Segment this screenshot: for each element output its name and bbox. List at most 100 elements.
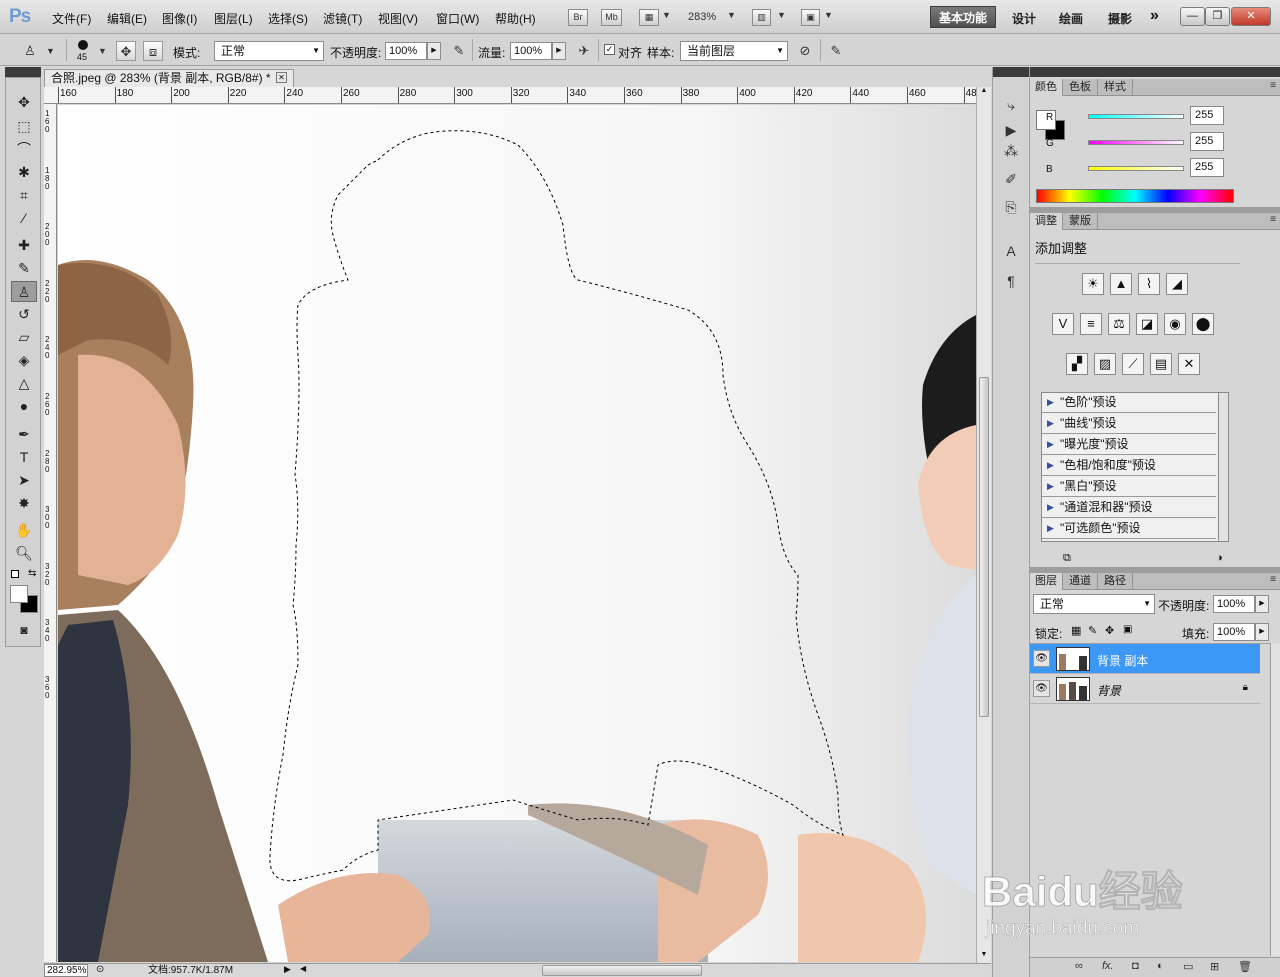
opacity-stepper[interactable]: ▶ (427, 42, 441, 60)
chevron-down-icon[interactable]: ▼ (46, 46, 55, 56)
new-adjustment-layer-icon[interactable]: ◐ (1157, 960, 1164, 972)
view-extras-icon[interactable]: ▦ (639, 9, 659, 26)
layer-opacity-stepper[interactable]: ▶ (1255, 595, 1269, 613)
clone-source-panel-icon[interactable]: ⎘ (1000, 196, 1022, 218)
channel-g-slider[interactable] (1088, 140, 1184, 145)
eyedropper-tool-icon[interactable]: ⁄ (11, 208, 37, 229)
panel-menu-icon[interactable]: ≡ (1270, 80, 1276, 91)
screen-mode-icon[interactable]: ▣ (801, 9, 820, 26)
vibrance-icon[interactable]: V (1052, 313, 1074, 335)
chevron-down-icon[interactable]: ▼ (727, 10, 736, 20)
document-tab[interactable]: 合照.jpeg @ 283% (背景 副本, RGB/8#) * ✕ (44, 69, 294, 87)
blur-tool-icon[interactable]: △ (11, 373, 37, 394)
workspace-more-icon[interactable]: » (1150, 7, 1159, 25)
scrollbar-thumb[interactable] (979, 377, 989, 717)
gradient-map-icon[interactable]: ▤ (1150, 353, 1172, 375)
mode-select[interactable]: 正常 ▼ (214, 41, 324, 61)
menu-file[interactable]: 文件(F) (52, 10, 91, 27)
foreground-color-swatch[interactable] (10, 585, 28, 603)
close-icon[interactable]: ✕ (276, 72, 287, 83)
scroll-up-icon[interactable]: ▲ (978, 87, 990, 99)
workspace-photography[interactable]: 摄影 (1108, 10, 1132, 27)
channel-b-value[interactable]: 255 (1190, 158, 1224, 177)
fill-stepper[interactable]: ▶ (1255, 623, 1269, 641)
menu-image[interactable]: 图像(I) (162, 10, 197, 27)
type-tool-icon[interactable]: T (11, 447, 37, 468)
panel-menu-icon[interactable]: ≡ (1270, 214, 1276, 225)
panel-header[interactable] (1030, 67, 1280, 77)
swap-colors-icon[interactable]: ⇆ (28, 568, 36, 579)
lock-all-icon[interactable]: ▣ (1123, 624, 1132, 635)
brightness-contrast-icon[interactable]: ☀ (1082, 273, 1104, 295)
chevron-down-icon[interactable]: ▼ (824, 10, 833, 20)
dodge-tool-icon[interactable]: ● (11, 396, 37, 417)
layer-name[interactable]: 背景 (1097, 682, 1121, 699)
quick-mask-icon[interactable]: ◙ (11, 620, 37, 641)
chevron-down-icon[interactable]: ▼ (777, 10, 786, 20)
invert-icon[interactable]: ▞ (1066, 353, 1088, 375)
menu-filter[interactable]: 滤镜(T) (323, 10, 362, 27)
history-brush-tool-icon[interactable]: ↺ (11, 304, 37, 325)
menu-layer[interactable]: 图层(L) (214, 10, 253, 27)
tab-swatches[interactable]: 色板 (1063, 79, 1098, 96)
paint-bucket-tool-icon[interactable]: ◈ (11, 350, 37, 371)
brush-panel-icon[interactable]: ✥ (116, 41, 136, 61)
flow-input[interactable]: 100% (510, 42, 552, 60)
lock-pixels-icon[interactable]: ✎ (1088, 624, 1097, 637)
exposure-icon[interactable]: ◢ (1166, 273, 1188, 295)
tab-color[interactable]: 颜色 (1030, 79, 1063, 96)
status-info-icon[interactable]: ⊙ (96, 964, 104, 975)
zoom-tool-icon[interactable]: 🔍︎ (11, 543, 37, 564)
chevron-down-icon[interactable]: ▼ (662, 10, 671, 20)
presets-scrollbar[interactable] (1218, 392, 1229, 542)
layer-name[interactable]: 背景 副本 (1097, 652, 1148, 669)
black-white-icon[interactable]: ◪ (1136, 313, 1158, 335)
channel-g-value[interactable]: 255 (1190, 132, 1224, 151)
horizontal-scrollbar-thumb[interactable] (542, 965, 702, 976)
lock-position-icon[interactable]: ✥ (1105, 624, 1114, 637)
eye-icon[interactable]: 👁︎ (1033, 650, 1050, 667)
menu-select[interactable]: 选择(S) (268, 10, 308, 27)
menu-help[interactable]: 帮助(H) (495, 10, 536, 27)
new-group-icon[interactable]: ▭ (1183, 960, 1193, 973)
photo-filter-icon[interactable]: ◉ (1164, 313, 1186, 335)
channel-b-slider[interactable] (1088, 166, 1184, 171)
brush-tool-icon[interactable]: ✎ (11, 258, 37, 279)
preset-levels[interactable]: ▶ "色阶"预设 (1042, 393, 1216, 413)
vertical-scrollbar[interactable]: ▲ ▼ (976, 87, 991, 963)
workspace-basic-button[interactable]: 基本功能 (930, 6, 996, 28)
preset-hue-saturation[interactable]: ▶ "色相/饱和度"预设 (1042, 456, 1216, 476)
levels-icon[interactable]: ▲ (1110, 273, 1132, 295)
actions-panel-icon[interactable]: ▶ (1000, 119, 1022, 141)
scroll-left-icon[interactable]: ◀ (300, 964, 306, 973)
fill-input[interactable]: 100% (1213, 623, 1255, 641)
status-menu-icon[interactable]: ▶ (284, 964, 291, 975)
tab-styles[interactable]: 样式 (1098, 79, 1133, 96)
posterize-icon[interactable]: ▨ (1094, 353, 1116, 375)
path-selection-tool-icon[interactable]: ➤ (11, 470, 37, 491)
character-panel-icon[interactable]: A (1000, 240, 1022, 262)
brush-presets-icon[interactable]: ⁂ (1000, 140, 1022, 162)
threshold-icon[interactable]: ⟋ (1122, 353, 1144, 375)
preset-curves[interactable]: ▶ "曲线"预设 (1042, 414, 1216, 434)
dock-header[interactable] (993, 67, 1029, 77)
channel-mixer-icon[interactable]: ⬤ (1192, 313, 1214, 335)
marquee-tool-icon[interactable]: ⬚ (11, 116, 37, 137)
opacity-input[interactable]: 100% (385, 42, 427, 60)
layer-style-icon[interactable]: fx. (1102, 960, 1114, 972)
pen-tool-icon[interactable]: ✒ (11, 424, 37, 445)
preset-black-white[interactable]: ▶ "黑白"预设 (1042, 477, 1216, 497)
brush-tip-icon[interactable] (78, 40, 88, 50)
chevron-down-icon[interactable]: ▼ (98, 46, 107, 56)
menu-view[interactable]: 视图(V) (378, 10, 418, 27)
selective-color-icon[interactable]: ✕ (1178, 353, 1200, 375)
history-panel-icon[interactable]: ⤷ (1000, 94, 1022, 116)
clone-stamp-tool-icon[interactable]: ♙ (11, 281, 37, 302)
clip-to-layer-icon[interactable]: ⧉ (1063, 552, 1071, 565)
layer-blend-mode-select[interactable]: 正常 ▼ (1033, 594, 1155, 614)
preset-channel-mixer[interactable]: ▶ "通道混和器"预设 (1042, 498, 1216, 518)
workspace-design[interactable]: 设计 (1012, 10, 1036, 27)
crop-tool-icon[interactable]: ⌗ (11, 185, 37, 206)
airbrush-icon[interactable]: ✈ (574, 41, 594, 61)
hue-saturation-icon[interactable]: ≡ (1080, 313, 1102, 335)
